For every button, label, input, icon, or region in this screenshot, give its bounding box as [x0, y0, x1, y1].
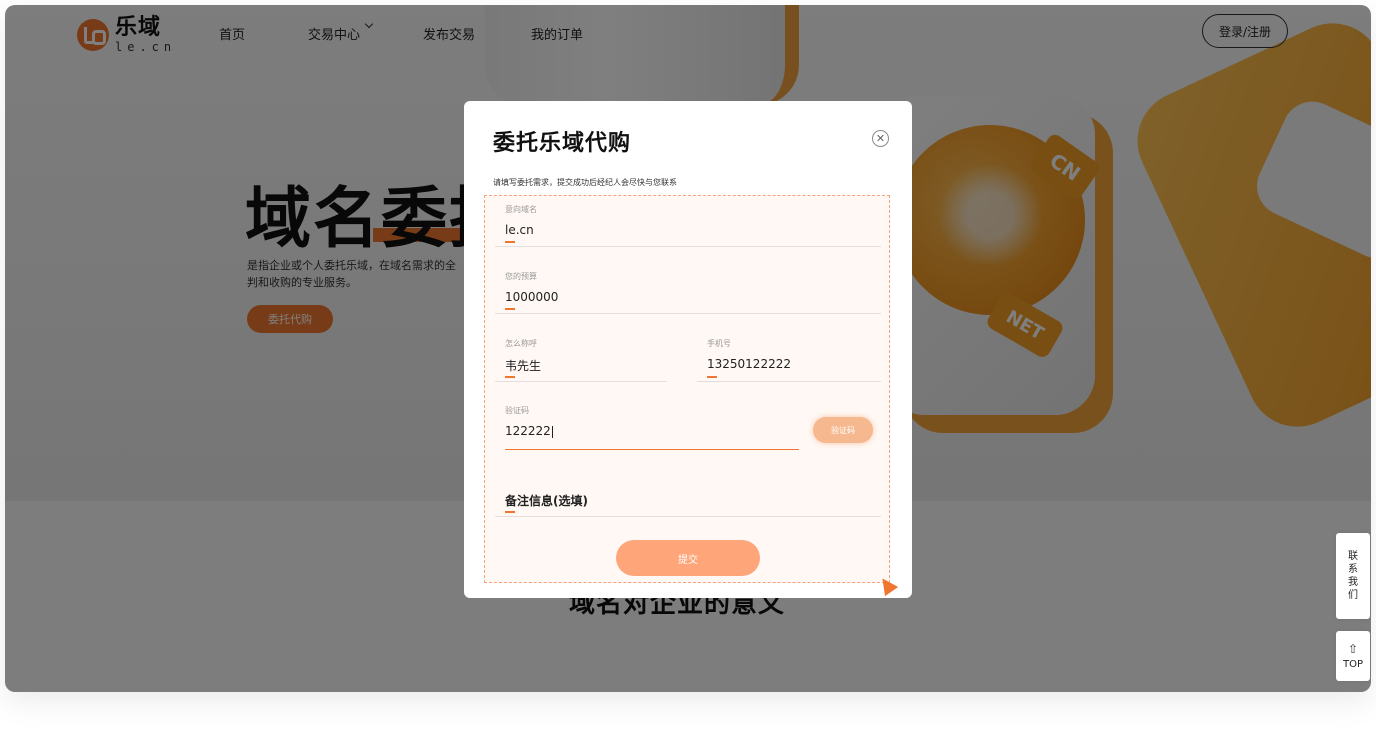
- name-field-label: 怎么称呼: [505, 339, 537, 348]
- field-underline: [495, 246, 881, 247]
- field-underline: [495, 313, 881, 314]
- field-underline: [495, 516, 881, 517]
- field-accent-mark: [505, 308, 515, 310]
- verification-code-field[interactable]: 验证码 122222: [485, 397, 795, 450]
- modal-title: 委托乐域代购: [493, 131, 632, 156]
- field-accent-mark: [707, 376, 717, 378]
- domain-field[interactable]: 意向域名 le.cn: [485, 196, 881, 247]
- domain-field-value[interactable]: le.cn: [505, 223, 534, 237]
- code-field-label: 验证码: [505, 406, 529, 415]
- code-field-text: 122222: [505, 424, 551, 438]
- field-accent-mark: [505, 241, 515, 243]
- entrust-purchase-modal: 委托乐域代购 ✕ 请填写委托需求，提交成功后经纪人会尽快与您联系 意向域名 le…: [464, 101, 912, 598]
- phone-field-label: 手机号: [707, 339, 731, 348]
- name-field[interactable]: 怎么称呼 韦先生: [485, 330, 667, 382]
- browser-frame: CN NET 乐域 le.cn 首页 交易中心 发布交易 我的订单 登录/注册 …: [5, 5, 1371, 692]
- modal-subtitle: 请填写委托需求，提交成功后经纪人会尽快与您联系: [493, 178, 677, 187]
- field-accent-mark: [505, 376, 515, 378]
- contact-us-label: 联系我们: [1348, 551, 1358, 601]
- submit-button[interactable]: 提交: [616, 540, 760, 576]
- domain-field-label: 意向域名: [505, 205, 537, 214]
- phone-field-value[interactable]: 13250122222: [707, 357, 791, 371]
- field-underline: [495, 381, 667, 382]
- code-field-underline: [505, 449, 799, 450]
- budget-field[interactable]: 您的预算 1000000: [485, 263, 881, 314]
- budget-field-value[interactable]: 1000000: [505, 290, 558, 304]
- contact-us-button[interactable]: 联系我们: [1336, 533, 1370, 619]
- back-to-top-label: TOP: [1342, 658, 1363, 670]
- close-icon[interactable]: ✕: [872, 130, 889, 147]
- entrust-form: 意向域名 le.cn 您的预算 1000000 怎么称呼 韦先生 手机号 132…: [484, 195, 890, 583]
- text-caret: [551, 425, 553, 438]
- remark-label: 备注信息(选填): [505, 494, 588, 508]
- field-underline: [697, 381, 881, 382]
- name-field-value[interactable]: 韦先生: [505, 357, 541, 374]
- arrow-up-icon: ⇧: [1347, 641, 1359, 656]
- back-to-top-button[interactable]: ⇧ TOP: [1336, 631, 1370, 681]
- field-accent-mark: [505, 511, 515, 513]
- budget-field-label: 您的预算: [505, 272, 537, 281]
- code-field-value[interactable]: 122222: [505, 424, 553, 438]
- phone-field[interactable]: 手机号 13250122222: [687, 330, 881, 382]
- get-code-button[interactable]: 验证码: [813, 417, 873, 443]
